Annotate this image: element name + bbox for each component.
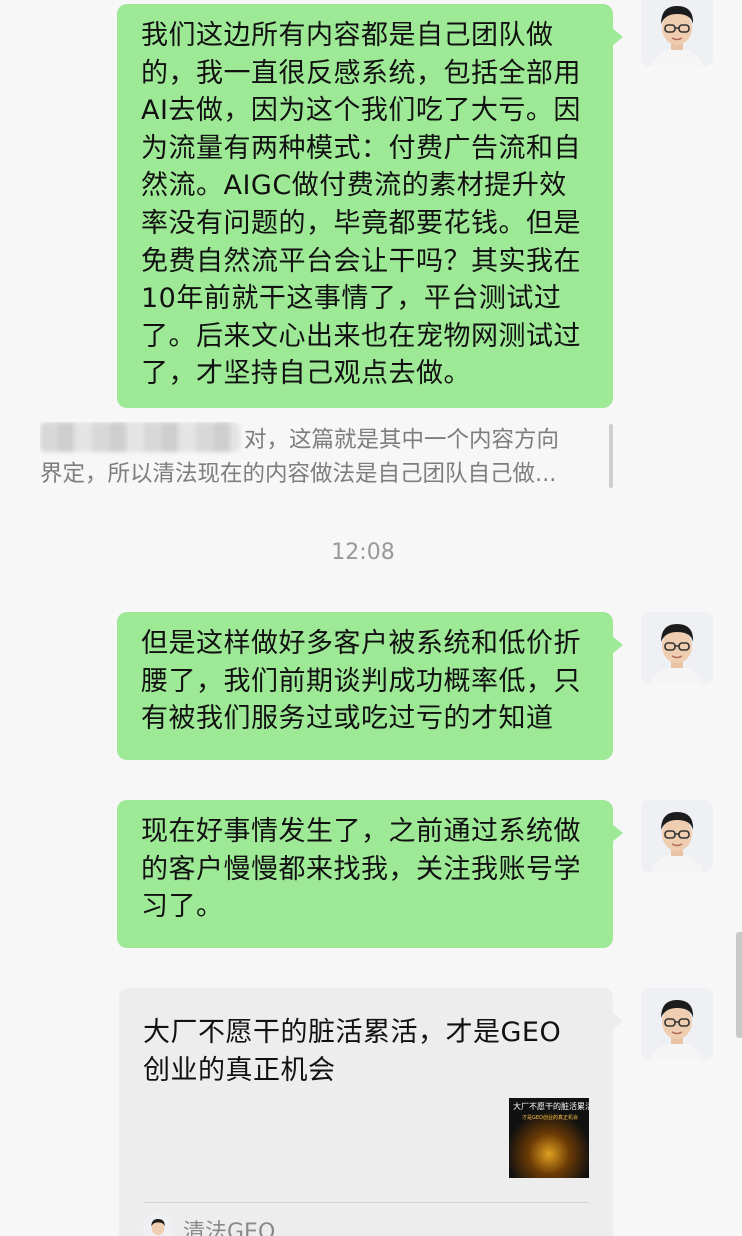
chat-view: 我们这边所有内容都是自己团队做的，我一直很反感系统，包括全部用AI去做，因为这个… bbox=[0, 0, 742, 1236]
user-avatar[interactable] bbox=[641, 800, 713, 872]
source-avatar bbox=[143, 1214, 173, 1236]
message-text: 我们这边所有内容都是自己团队做的，我一直很反感系统，包括全部用AI去做，因为这个… bbox=[141, 20, 581, 390]
source-name: 清法GEO bbox=[183, 1220, 276, 1236]
quote-line-1: 对，这篇就是其中一个内容方向 bbox=[244, 427, 560, 453]
user-avatar[interactable] bbox=[641, 612, 713, 684]
quote-line-2: 界定，所以清法现在的内容做法是自己团队自己做... bbox=[40, 461, 557, 487]
article-thumbnail: 大厂不愿干的脏活累活 才是GEO创业的真正机会 bbox=[509, 1098, 589, 1178]
scrollbar-handle[interactable] bbox=[736, 932, 742, 1038]
quote-bar bbox=[609, 424, 613, 488]
thumbnail-subtitle: 才是GEO创业的真正机会 bbox=[522, 1115, 578, 1121]
timestamp: 12:08 bbox=[331, 540, 395, 565]
message-bubble[interactable]: 但是这样做好多客户被系统和低价折腰了，我们前期谈判成功概率低，只有被我们服务过或… bbox=[117, 612, 623, 760]
thumbnail-title: 大厂不愿干的脏活累活 bbox=[513, 1102, 589, 1111]
article-title: 大厂不愿干的脏活累活，才是GEO创业的真正机会 bbox=[143, 1017, 562, 1086]
shared-article-card[interactable]: 大厂不愿干的脏活累活，才是GEO创业的真正机会 大厂不愿干的脏活累活 才是GEO… bbox=[119, 988, 623, 1236]
message-bubble[interactable]: 现在好事情发生了，之前通过系统做的客户慢慢都来找我，关注我账号学习了。 bbox=[117, 800, 623, 948]
message-text: 现在好事情发生了，之前通过系统做的客户慢慢都来找我，关注我账号学习了。 bbox=[141, 816, 581, 923]
user-avatar[interactable] bbox=[641, 0, 713, 66]
user-avatar[interactable] bbox=[641, 988, 713, 1060]
card-divider bbox=[143, 1202, 589, 1203]
quoted-reply[interactable]: 对，这篇就是其中一个内容方向 界定，所以清法现在的内容做法是自己团队自己做... bbox=[40, 422, 613, 492]
message-bubble[interactable]: 我们这边所有内容都是自己团队做的，我一直很反感系统，包括全部用AI去做，因为这个… bbox=[117, 4, 623, 408]
message-text: 但是这样做好多客户被系统和低价折腰了，我们前期谈判成功概率低，只有被我们服务过或… bbox=[141, 628, 581, 735]
redacted-name bbox=[40, 422, 240, 452]
